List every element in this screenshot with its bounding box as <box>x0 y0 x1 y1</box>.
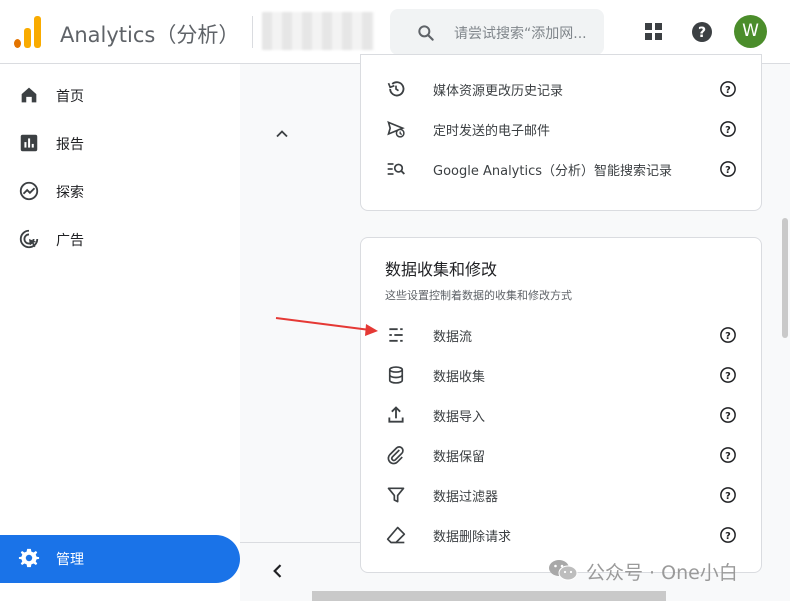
list-item[interactable]: 数据收集 ? <box>361 355 761 395</box>
bar-chart-icon <box>20 134 38 152</box>
history-icon <box>387 81 405 97</box>
upload-icon <box>388 406 404 423</box>
search-icon <box>418 25 434 41</box>
sidebar-item-ads[interactable]: 广告 <box>0 216 240 264</box>
row-label: 数据收集 <box>433 370 486 385</box>
search-box[interactable]: 请尝试搜索“添加网... <box>390 9 604 55</box>
sidebar-item-label: 探索 <box>56 185 84 201</box>
row-label: 数据删除请求 <box>433 530 512 545</box>
chevron-up-icon[interactable] <box>272 124 292 144</box>
eraser-icon <box>386 526 406 544</box>
help-circle-icon[interactable]: ? <box>719 120 737 138</box>
title-divider <box>252 16 253 48</box>
row-label: 媒体资源更改历史记录 <box>433 84 564 99</box>
svg-text:?: ? <box>725 411 731 422</box>
svg-text:?: ? <box>725 165 731 176</box>
sidebar: 首页 报告 探索 广告 管理 <box>0 64 240 601</box>
section-subtitle: 这些设置控制着数据的收集和修改方式 <box>385 289 572 302</box>
list-item[interactable]: 数据删除请求 ? <box>361 515 761 555</box>
avatar[interactable]: W <box>734 15 767 48</box>
scheduled-email-icon <box>387 120 405 138</box>
list-item[interactable]: 媒体资源更改历史记录 ? <box>361 69 761 109</box>
property-settings-card: 媒体资源更改历史记录 ? 定时发送的电子邮件 ? Google Analytic… <box>360 54 762 211</box>
help-circle-icon[interactable]: ? <box>719 366 737 384</box>
help-circle-icon[interactable]: ? <box>719 326 737 344</box>
svg-text:?: ? <box>725 371 731 382</box>
help-circle-icon[interactable]: ? <box>719 406 737 424</box>
svg-text:?: ? <box>698 25 706 41</box>
chevron-left-icon[interactable] <box>268 560 288 582</box>
database-icon <box>388 366 404 384</box>
list-item[interactable]: 数据保留 ? <box>361 435 761 475</box>
help-circle-icon[interactable]: ? <box>719 80 737 98</box>
explore-icon <box>19 181 39 201</box>
list-item[interactable]: 定时发送的电子邮件 ? <box>361 109 761 149</box>
row-label: 数据过滤器 <box>433 490 499 505</box>
row-label: 数据保留 <box>433 450 486 465</box>
svg-text:?: ? <box>725 85 731 96</box>
help-circle-icon[interactable]: ? <box>719 486 737 504</box>
search-history-icon <box>387 163 405 175</box>
svg-text:?: ? <box>725 125 731 136</box>
help-circle-icon[interactable]: ? <box>719 446 737 464</box>
app-title[interactable]: Analytics（分析） <box>60 19 239 49</box>
divider <box>240 542 360 543</box>
list-item[interactable]: 数据导入 ? <box>361 395 761 435</box>
svg-text:?: ? <box>725 451 731 462</box>
svg-text:?: ? <box>725 491 731 502</box>
ads-icon <box>19 229 39 249</box>
filter-icon <box>387 487 405 503</box>
row-label: Google Analytics（分析）智能搜索记录 <box>433 164 673 179</box>
sidebar-item-home[interactable]: 首页 <box>0 72 240 120</box>
paperclip-icon <box>387 446 404 465</box>
watermark: 公众号 · One小白 <box>548 556 778 584</box>
wechat-icon <box>549 560 578 581</box>
svg-text:?: ? <box>725 331 731 342</box>
sidebar-item-label: 广告 <box>56 233 84 249</box>
data-collection-card: 数据收集和修改 这些设置控制着数据的收集和修改方式 数据流 ? 数据收集 ? 数… <box>360 237 762 573</box>
list-item[interactable]: Google Analytics（分析）智能搜索记录 ? <box>361 149 761 189</box>
section-title: 数据收集和修改 <box>385 260 498 279</box>
list-item[interactable]: 数据流 ? <box>361 315 761 355</box>
svg-text:?: ? <box>725 531 731 542</box>
sidebar-item-explore[interactable]: 探索 <box>0 168 240 216</box>
sidebar-item-label: 报告 <box>56 137 84 153</box>
row-label: 数据流 <box>433 330 473 345</box>
home-icon <box>21 87 37 103</box>
sidebar-item-label: 首页 <box>56 89 84 105</box>
help-circle-icon[interactable]: ? <box>719 160 737 178</box>
horizontal-scrollbar[interactable] <box>312 591 666 601</box>
row-label: 定时发送的电子邮件 <box>433 124 551 139</box>
help-icon[interactable]: ? <box>690 20 714 44</box>
account-selector[interactable] <box>262 12 374 50</box>
list-item[interactable]: 数据过滤器 ? <box>361 475 761 515</box>
vertical-scrollbar[interactable] <box>782 218 788 338</box>
watermark-text: 公众号 · One小白 <box>586 562 738 584</box>
row-label: 数据导入 <box>433 410 486 425</box>
sidebar-item-reports[interactable]: 报告 <box>0 120 240 168</box>
search-placeholder[interactable]: 请尝试搜索“添加网... <box>454 23 602 43</box>
apps-grid-icon[interactable] <box>642 20 666 44</box>
sidebar-item-admin[interactable]: 管理 <box>0 535 240 583</box>
sidebar-item-label: 管理 <box>56 552 84 568</box>
annotation-arrow <box>275 317 378 336</box>
help-circle-icon[interactable]: ? <box>719 526 737 544</box>
gear-icon <box>18 548 40 568</box>
analytics-logo[interactable] <box>14 16 42 48</box>
